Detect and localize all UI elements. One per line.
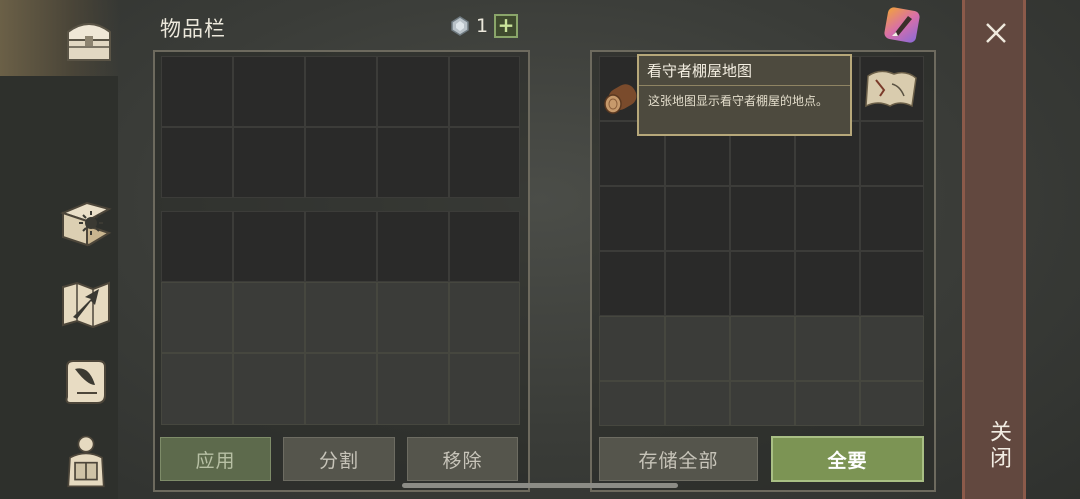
storage-slot[interactable] xyxy=(730,186,795,251)
take-all-button[interactable]: 全要 xyxy=(771,436,924,482)
store-all-button[interactable]: 存储全部 xyxy=(599,437,758,481)
scroll-quill-icon[interactable] xyxy=(58,354,114,410)
character-backpack-icon[interactable] xyxy=(58,428,114,494)
storage-slot[interactable] xyxy=(730,251,795,316)
add-currency-button[interactable]: + xyxy=(494,14,518,38)
item-tooltip: 看守者棚屋地图 这张地图显示看守者棚屋的地点。 xyxy=(637,54,852,136)
locked-slot xyxy=(795,316,860,381)
storage-slot[interactable] xyxy=(665,251,730,316)
chest-icon[interactable] xyxy=(62,14,116,64)
locked-slot xyxy=(161,353,233,425)
inventory-slot[interactable] xyxy=(233,127,305,198)
locked-slot xyxy=(449,282,520,353)
paint-brush-icon[interactable] xyxy=(882,6,922,44)
map-scroll-icon[interactable] xyxy=(862,66,920,114)
map-arrow-icon[interactable] xyxy=(58,276,114,332)
apply-button[interactable]: 应用 xyxy=(160,437,271,481)
storage-slot[interactable] xyxy=(860,251,924,316)
locked-slot xyxy=(665,316,730,381)
inventory-slot[interactable] xyxy=(233,56,305,127)
storage-slot[interactable] xyxy=(599,186,665,251)
gem-icon xyxy=(451,16,469,36)
locked-slot xyxy=(730,316,795,381)
locked-slot xyxy=(665,381,730,426)
inventory-slot[interactable] xyxy=(161,211,233,282)
locked-slot xyxy=(233,282,305,353)
locked-slot xyxy=(377,282,449,353)
inventory-slot[interactable] xyxy=(233,211,305,282)
locked-slot xyxy=(449,353,520,425)
storage-slot[interactable] xyxy=(860,186,924,251)
storage-slot[interactable] xyxy=(860,121,924,186)
tooltip-description: 这张地图显示看守者棚屋的地点。 xyxy=(648,94,829,108)
locked-slot xyxy=(377,353,449,425)
close-label[interactable]: 关闭 xyxy=(978,420,1014,472)
inventory-slot[interactable] xyxy=(449,211,520,282)
locked-slot xyxy=(305,353,377,425)
inventory-title: 物品栏 xyxy=(160,17,226,41)
close-icon[interactable] xyxy=(981,18,1011,48)
storage-slot[interactable] xyxy=(665,186,730,251)
inventory-slot[interactable] xyxy=(449,127,520,198)
locked-slot xyxy=(860,316,924,381)
storage-slot[interactable] xyxy=(795,251,860,316)
inventory-slot[interactable] xyxy=(449,56,520,127)
left-sidebar xyxy=(0,0,120,499)
scrollbar[interactable] xyxy=(402,483,678,488)
locked-slot xyxy=(730,381,795,426)
inventory-slot[interactable] xyxy=(377,127,449,198)
inventory-slot[interactable] xyxy=(161,127,233,198)
locked-slot xyxy=(599,381,665,426)
inventory-slot[interactable] xyxy=(305,211,377,282)
tooltip-title: 看守者棚屋地图 xyxy=(647,62,753,80)
remove-button[interactable]: 移除 xyxy=(407,437,518,481)
inventory-slot[interactable] xyxy=(161,56,233,127)
storage-slot[interactable] xyxy=(795,186,860,251)
locked-slot xyxy=(161,282,233,353)
locked-slot xyxy=(860,381,924,426)
locked-slot xyxy=(305,282,377,353)
currency-count: 1 xyxy=(476,15,489,37)
locked-slot xyxy=(233,353,305,425)
inventory-slot[interactable] xyxy=(377,56,449,127)
locked-slot xyxy=(795,381,860,426)
tooltip-divider xyxy=(639,85,850,86)
split-button[interactable]: 分割 xyxy=(283,437,395,481)
inventory-slot[interactable] xyxy=(305,56,377,127)
locked-slot xyxy=(599,316,665,381)
inventory-slot[interactable] xyxy=(377,211,449,282)
storage-slot[interactable] xyxy=(599,251,665,316)
inventory-slot[interactable] xyxy=(305,127,377,198)
sun-book-icon[interactable] xyxy=(58,198,114,254)
